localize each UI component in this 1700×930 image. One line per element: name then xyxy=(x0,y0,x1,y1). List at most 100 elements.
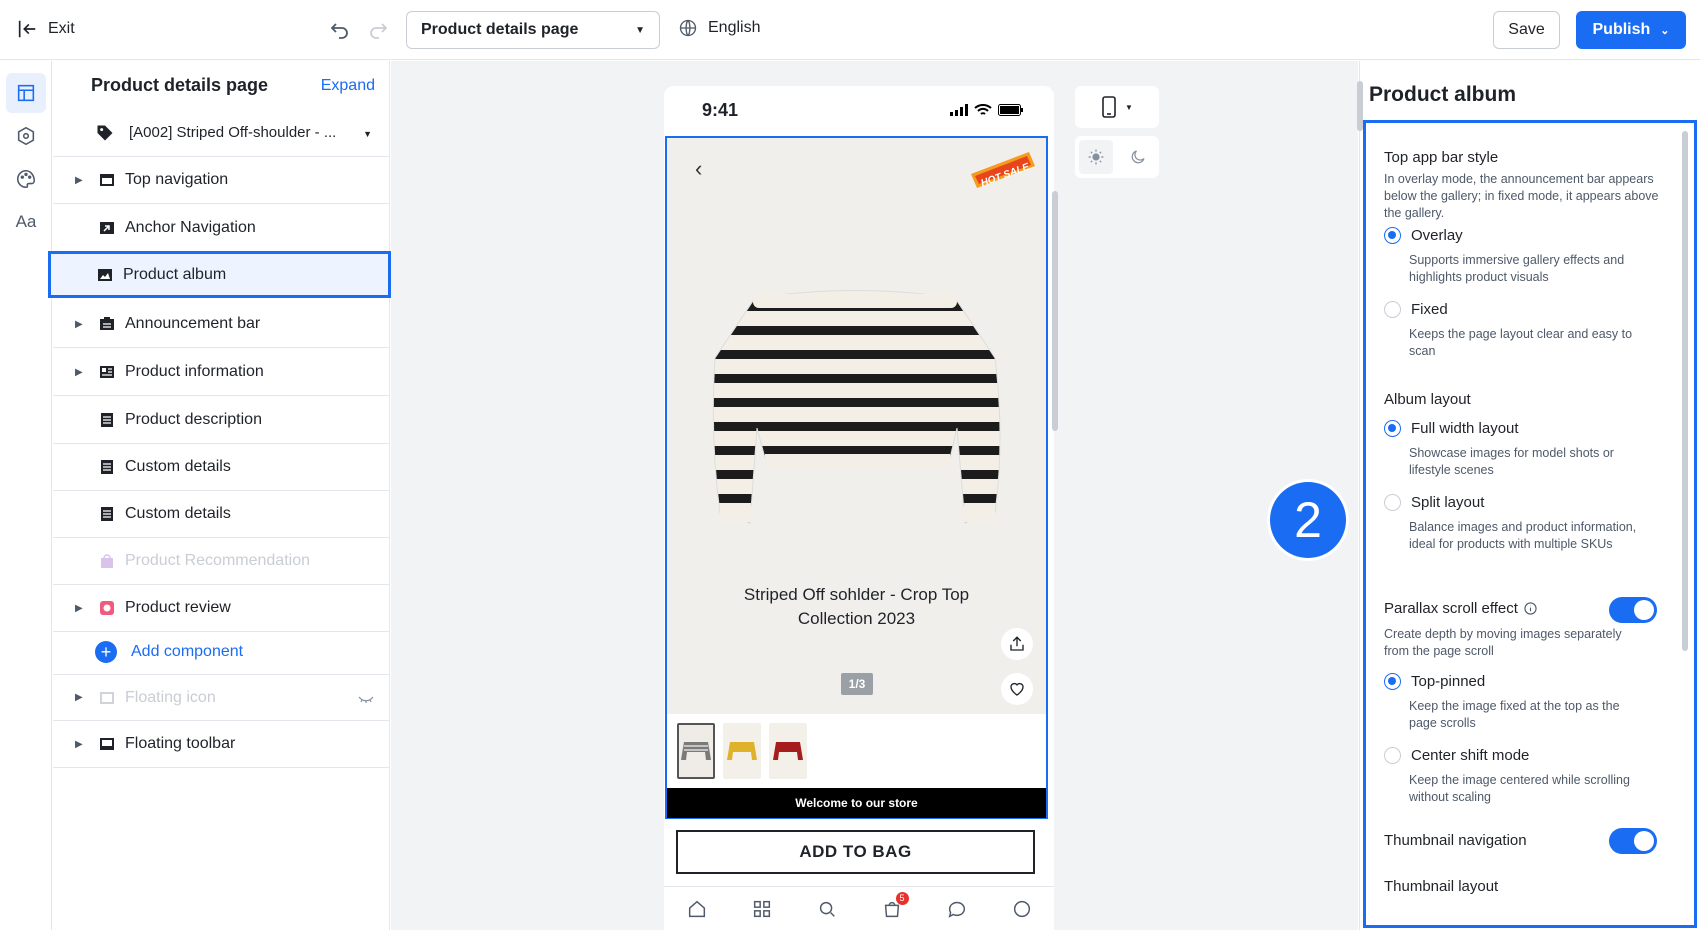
component-label: Product review xyxy=(125,599,231,616)
expand-arrow-icon: ▶ xyxy=(75,692,83,703)
page-select[interactable]: Product details page ▼ xyxy=(406,11,660,49)
eye-hidden-icon[interactable] xyxy=(358,695,374,705)
more-icon[interactable] xyxy=(1011,898,1033,920)
moon-icon xyxy=(1131,150,1145,164)
component-custom-details-2[interactable]: Custom details xyxy=(53,491,390,538)
language-label: English xyxy=(708,19,761,36)
component-floating-icon[interactable]: ▶ Floating icon xyxy=(53,674,390,721)
globe-icon xyxy=(679,19,697,37)
top-app-bar-label: Top app bar style xyxy=(1384,149,1499,166)
product-album-preview[interactable]: ‹ HOT SALE Striped Off sohlder - Crop To… xyxy=(665,136,1048,819)
parallax-desc: Create depth by moving images separately… xyxy=(1384,627,1622,658)
component-announcement-bar[interactable]: ▶ Announcement bar xyxy=(53,301,390,348)
component-label: Product description xyxy=(125,411,262,428)
component-floating-toolbar[interactable]: ▶ Floating toolbar xyxy=(53,721,390,768)
redo-icon[interactable] xyxy=(366,18,390,42)
dark-mode-button[interactable] xyxy=(1121,140,1155,174)
undo-icon[interactable] xyxy=(328,18,352,42)
grid-icon[interactable] xyxy=(751,898,773,920)
typography-icon: Aa xyxy=(15,212,37,231)
photo-caption: Striped Off sohlder - Crop Top Collectio… xyxy=(667,583,1046,631)
product-photo[interactable]: ‹ HOT SALE Striped Off sohlder - Crop To… xyxy=(667,138,1046,714)
radio-overlay[interactable]: Overlay xyxy=(1384,227,1463,244)
component-product-information[interactable]: ▶ Product information xyxy=(53,349,390,396)
preview-canvas: 9:41 ‹ HOT SALE Striped Off sohlder - Cr… xyxy=(391,61,1358,930)
expand-arrow-icon: ▶ xyxy=(75,174,83,186)
chevron-down-icon: ⌄ xyxy=(1660,24,1670,37)
layout-tab[interactable] xyxy=(6,73,46,113)
exit-icon xyxy=(18,20,36,38)
expand-arrow-icon: ▶ xyxy=(75,318,83,330)
components-tab[interactable] xyxy=(6,116,46,156)
expand-link[interactable]: Expand xyxy=(321,77,375,95)
document-icon xyxy=(101,460,113,474)
publish-button[interactable]: Publish ⌄ xyxy=(1576,11,1686,49)
radio-overlay-label: Overlay xyxy=(1411,227,1463,244)
theme-tab[interactable] xyxy=(6,159,46,199)
exit-button[interactable]: Exit xyxy=(16,18,75,40)
radio-top-pinned[interactable]: Top-pinned xyxy=(1384,673,1485,690)
radio-fixed[interactable]: Fixed xyxy=(1384,301,1448,318)
settings-scrollbar[interactable] xyxy=(1682,131,1688,651)
component-label: Product album xyxy=(123,265,227,283)
caret-down-icon: ▼ xyxy=(1125,102,1133,112)
expand-arrow-icon: ▶ xyxy=(75,738,83,750)
radio-unchecked xyxy=(1384,494,1401,511)
typography-tab[interactable]: Aa xyxy=(6,202,46,242)
search-icon[interactable] xyxy=(816,898,838,920)
parallax-toggle[interactable] xyxy=(1609,597,1657,623)
mobile-icon xyxy=(1102,96,1116,118)
thumbnail-yellow[interactable] xyxy=(723,723,761,779)
favorite-button[interactable] xyxy=(1001,673,1033,705)
expand-arrow-icon: ▶ xyxy=(75,602,83,614)
tag-icon xyxy=(97,125,113,140)
panel-title: Product details page xyxy=(91,75,269,95)
plus-icon: + xyxy=(95,641,117,663)
component-custom-details[interactable]: Custom details xyxy=(53,444,390,491)
component-panel: Product details page Expand [A002] Strip… xyxy=(48,61,391,930)
component-anchor-navigation[interactable]: Anchor Navigation xyxy=(53,205,390,252)
component-product-album[interactable]: Product album xyxy=(48,251,391,298)
component-label: Custom details xyxy=(125,458,231,475)
split-desc: Balance images and product information, … xyxy=(1409,520,1637,551)
thumbnail-nav-toggle[interactable] xyxy=(1609,828,1657,854)
hot-sale-sticker: HOT SALE xyxy=(971,152,1035,189)
radio-center-shift[interactable]: Center shift mode xyxy=(1384,747,1529,764)
announcement-icon xyxy=(100,317,114,330)
sun-icon xyxy=(1088,149,1104,165)
signal-icon xyxy=(950,104,968,116)
home-icon[interactable] xyxy=(686,898,708,920)
anchor-nav-icon xyxy=(100,222,114,234)
canvas-scrollbar[interactable] xyxy=(1052,191,1058,431)
full-width-desc: Showcase images for model shots or lifes… xyxy=(1409,446,1614,477)
page-select-value: Product details page xyxy=(421,21,579,38)
thumb-sweater-yellow xyxy=(727,742,757,760)
light-mode-button[interactable] xyxy=(1079,140,1113,174)
image-counter: 1/3 xyxy=(841,673,873,695)
review-icon xyxy=(100,601,114,615)
add-component-button[interactable]: + Add component xyxy=(95,641,243,663)
component-product-description[interactable]: Product description xyxy=(53,397,390,444)
component-top-navigation[interactable]: ▶ Top navigation xyxy=(53,157,390,204)
thumbnail-striped[interactable] xyxy=(677,723,715,779)
language-selector[interactable]: English xyxy=(678,18,760,38)
sweater-image xyxy=(712,290,1001,524)
publish-label: Publish xyxy=(1592,21,1651,38)
component-label: Product information xyxy=(125,363,264,380)
product-select[interactable]: [A002] Striped Off-shoulder - ... ▼ xyxy=(53,109,390,157)
save-button[interactable]: Save xyxy=(1493,11,1560,49)
add-to-bag-button[interactable]: ADD TO BAG xyxy=(676,830,1035,874)
back-chevron-icon[interactable]: ‹ xyxy=(695,156,702,182)
device-toggle[interactable]: ▼ xyxy=(1075,86,1159,128)
info-icon[interactable] xyxy=(1524,602,1537,615)
radio-full-width[interactable]: Full width layout xyxy=(1384,420,1519,437)
thumb-sweater-striped xyxy=(681,742,711,760)
thumbnail-red[interactable] xyxy=(769,723,807,779)
component-product-recommendation[interactable]: Product Recommendation xyxy=(53,538,390,585)
radio-split[interactable]: Split layout xyxy=(1384,494,1484,511)
component-product-review[interactable]: ▶ Product review xyxy=(53,585,390,632)
cart-button[interactable]: 5 xyxy=(881,891,909,920)
share-button[interactable] xyxy=(1001,628,1033,660)
callout-badge-2: 2 xyxy=(1270,482,1346,558)
chat-icon[interactable] xyxy=(946,898,968,920)
